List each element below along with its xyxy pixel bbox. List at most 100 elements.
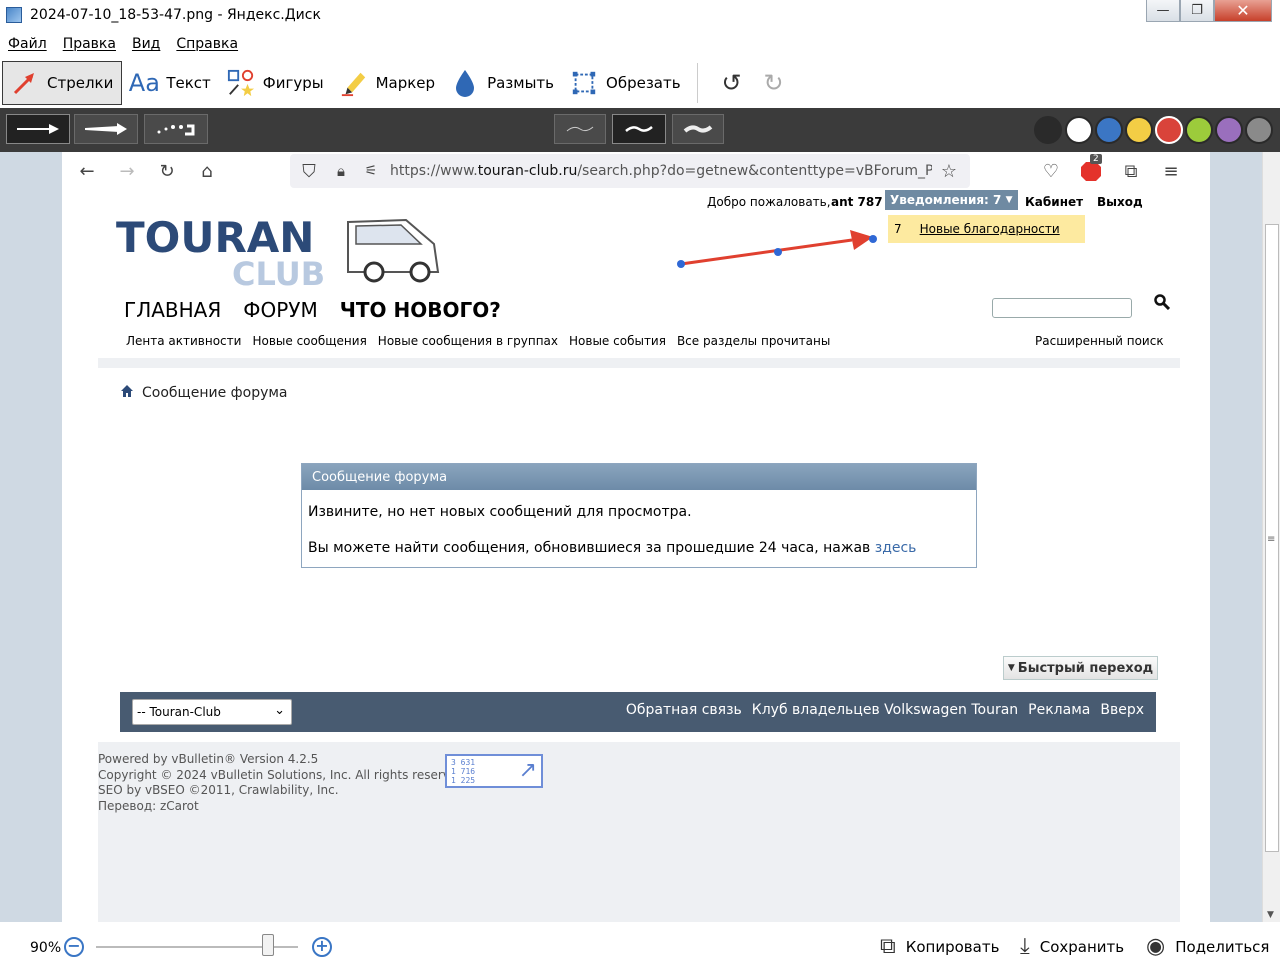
notifications-button[interactable]: Уведомления: 7 ▼ bbox=[885, 190, 1018, 210]
line-thick-button[interactable] bbox=[672, 114, 724, 144]
new-thanks-link[interactable]: Новые благодарности bbox=[920, 222, 1060, 236]
minimize-button[interactable]: — bbox=[1146, 0, 1180, 22]
close-button[interactable]: ✕ bbox=[1214, 0, 1272, 22]
share-icon: ◉ bbox=[1146, 934, 1166, 959]
credit-line: Copyright © 2024 vBulletin Solutions, In… bbox=[98, 767, 469, 782]
url-bar: ⛉ 🔒︎ ⚟ https://www.touran-club.ru/search… bbox=[290, 154, 970, 188]
subnav-new-events[interactable]: Новые события bbox=[569, 334, 666, 348]
vertical-scrollbar[interactable]: ≡ ▼ bbox=[1262, 152, 1280, 922]
menu-bar: Файл Правка Вид Справка bbox=[0, 30, 1280, 58]
quick-jump-button[interactable]: ▼ Быстрый переход bbox=[1003, 656, 1158, 680]
counter-arrow-icon: ↗ bbox=[518, 758, 537, 783]
save-button[interactable]: ⤓ Сохранить bbox=[1020, 934, 1124, 959]
tool-arrows[interactable]: Стрелки bbox=[2, 61, 123, 105]
text-icon: Aa bbox=[128, 69, 160, 97]
tool-text-label: Текст bbox=[166, 74, 211, 92]
nav-whats-new[interactable]: ЧТО НОВОГО? bbox=[340, 298, 501, 322]
footer-club[interactable]: Клуб владельцев Volkswagen Touran bbox=[752, 702, 1018, 718]
counter-value: 3 631 bbox=[451, 758, 476, 767]
menu-help[interactable]: Справка bbox=[176, 36, 238, 52]
shapes-icon bbox=[227, 69, 255, 97]
welcome-text: Добро пожаловать, bbox=[707, 195, 831, 209]
window-title: 2024-07-10_18-53-47.png - Яндекс.Диск bbox=[30, 7, 321, 23]
tool-text[interactable]: Aa Текст bbox=[122, 61, 218, 105]
cabinet-link[interactable]: Кабинет bbox=[1025, 195, 1083, 209]
main-panel: Сообщение форума Сообщение форума Извини… bbox=[98, 368, 1180, 742]
maximize-button[interactable]: ❐ bbox=[1180, 0, 1214, 22]
image-canvas: ← → ↻ ⌂ ⛉ 🔒︎ ⚟ https://www.touran-club.r… bbox=[62, 152, 1210, 922]
footer-feedback[interactable]: Обратная связь bbox=[626, 702, 742, 718]
toolbar-separator bbox=[696, 63, 698, 103]
forum-message-box: Сообщение форума Извините, но нет новых … bbox=[301, 463, 977, 568]
scrollbar-grip-icon: ≡ bbox=[1267, 534, 1276, 545]
search-input[interactable] bbox=[992, 298, 1132, 318]
arrow-style-straight-button[interactable] bbox=[6, 114, 70, 144]
color-swatch-blue[interactable] bbox=[1095, 116, 1123, 144]
subnav-activity[interactable]: Лента активности bbox=[126, 334, 241, 348]
style-select[interactable]: -- Touran-Club ⌄ bbox=[132, 699, 292, 725]
footer-top[interactable]: Вверх bbox=[1100, 702, 1144, 718]
credits: Powered by vBulletin® Version 4.2.5 Copy… bbox=[98, 752, 469, 814]
subnav-new-posts[interactable]: Новые сообщения bbox=[252, 334, 366, 348]
subnav-mark-read[interactable]: Все разделы прочитаны bbox=[677, 334, 830, 348]
tool-shapes[interactable]: Фигуры bbox=[219, 61, 332, 105]
pocket-icon: ♡ bbox=[1042, 160, 1060, 182]
home-icon: ⌂ bbox=[201, 160, 213, 182]
line-thin-button[interactable] bbox=[554, 114, 606, 144]
color-swatch-green[interactable] bbox=[1185, 116, 1213, 144]
chevron-down-icon: ▼ bbox=[1005, 195, 1013, 205]
logout-link[interactable]: Выход bbox=[1097, 195, 1143, 209]
color-swatch-gray[interactable] bbox=[1245, 116, 1273, 144]
breadcrumb: Сообщение форума bbox=[120, 384, 288, 402]
footer-links: Обратная связь Клуб владельцев Volkswage… bbox=[616, 702, 1144, 718]
status-bar: 90% − + ⧉ Копировать ⤓ Сохранить ◉ Поделить… bbox=[0, 922, 1280, 976]
nav-home[interactable]: ГЛАВНАЯ bbox=[124, 298, 221, 322]
back-icon: ← bbox=[79, 160, 95, 182]
menu-view[interactable]: Вид bbox=[132, 36, 160, 52]
here-link[interactable]: здесь bbox=[875, 540, 917, 556]
nav-forum[interactable]: ФОРУМ bbox=[243, 298, 317, 322]
chevron-down-icon: ⌄ bbox=[274, 703, 285, 718]
tool-arrows-label: Стрелки bbox=[47, 74, 114, 92]
forum-header: TOURAN CLUB Добро пожаловать, ant 787 Ув… bbox=[98, 190, 1180, 358]
copy-button[interactable]: ⧉ Копировать bbox=[880, 934, 999, 959]
copy-icon: ⧉ bbox=[880, 934, 896, 959]
menu-edit[interactable]: Правка bbox=[63, 36, 116, 52]
forum-footer-bar: -- Touran-Club ⌄ Обратная связь Клуб влад… bbox=[120, 692, 1156, 732]
counter-numbers: 3 631 1 716 1 225 bbox=[451, 758, 475, 785]
arrow-style-tapered-button[interactable] bbox=[74, 114, 138, 144]
tool-crop-label: Обрезать bbox=[606, 74, 681, 92]
forum-page: TOURAN CLUB Добро пожаловать, ant 787 Ув… bbox=[98, 190, 1180, 922]
tool-blur[interactable]: Размыть bbox=[443, 61, 562, 105]
tool-marker[interactable]: Маркер bbox=[332, 61, 443, 105]
zoom-out-icon[interactable]: − bbox=[64, 937, 84, 957]
color-swatch-red[interactable] bbox=[1155, 116, 1183, 144]
scroll-down-icon[interactable]: ▼ bbox=[1267, 910, 1274, 920]
footer-ads[interactable]: Реклама bbox=[1028, 702, 1090, 718]
credit-line: Перевод: zCarot bbox=[98, 798, 199, 813]
notifications-label: Уведомления: 7 bbox=[890, 193, 1002, 207]
arrow-style-dotted-button[interactable] bbox=[144, 114, 208, 144]
zoom-in-icon[interactable]: + bbox=[312, 937, 332, 957]
lock-icon: 🔒︎ bbox=[337, 162, 345, 180]
color-swatch-white[interactable] bbox=[1065, 116, 1093, 144]
tool-crop[interactable]: Обрезать bbox=[562, 61, 689, 105]
shield-icon: ⛉ bbox=[302, 160, 316, 182]
advanced-search-link[interactable]: Расширенный поиск bbox=[1035, 334, 1164, 348]
redo-icon[interactable]: ↻ bbox=[758, 67, 790, 99]
color-swatch-purple[interactable] bbox=[1215, 116, 1243, 144]
line-medium-button[interactable] bbox=[612, 114, 666, 144]
blur-icon bbox=[451, 69, 479, 97]
arrow-icon bbox=[11, 69, 39, 97]
image-file-icon bbox=[6, 7, 22, 23]
share-button[interactable]: ◉ Поделиться bbox=[1146, 934, 1269, 959]
color-swatch-black[interactable] bbox=[1034, 116, 1062, 144]
menu-file[interactable]: Файл bbox=[8, 36, 47, 52]
undo-icon[interactable]: ↺ bbox=[716, 67, 748, 99]
color-swatch-yellow[interactable] bbox=[1125, 116, 1153, 144]
search-icon[interactable] bbox=[1154, 294, 1171, 315]
subnav-group-posts[interactable]: Новые сообщения в группах bbox=[378, 334, 558, 348]
zoom-slider-thumb[interactable] bbox=[261, 934, 274, 956]
username[interactable]: ant 787 bbox=[831, 195, 883, 209]
home-icon[interactable] bbox=[120, 384, 134, 402]
